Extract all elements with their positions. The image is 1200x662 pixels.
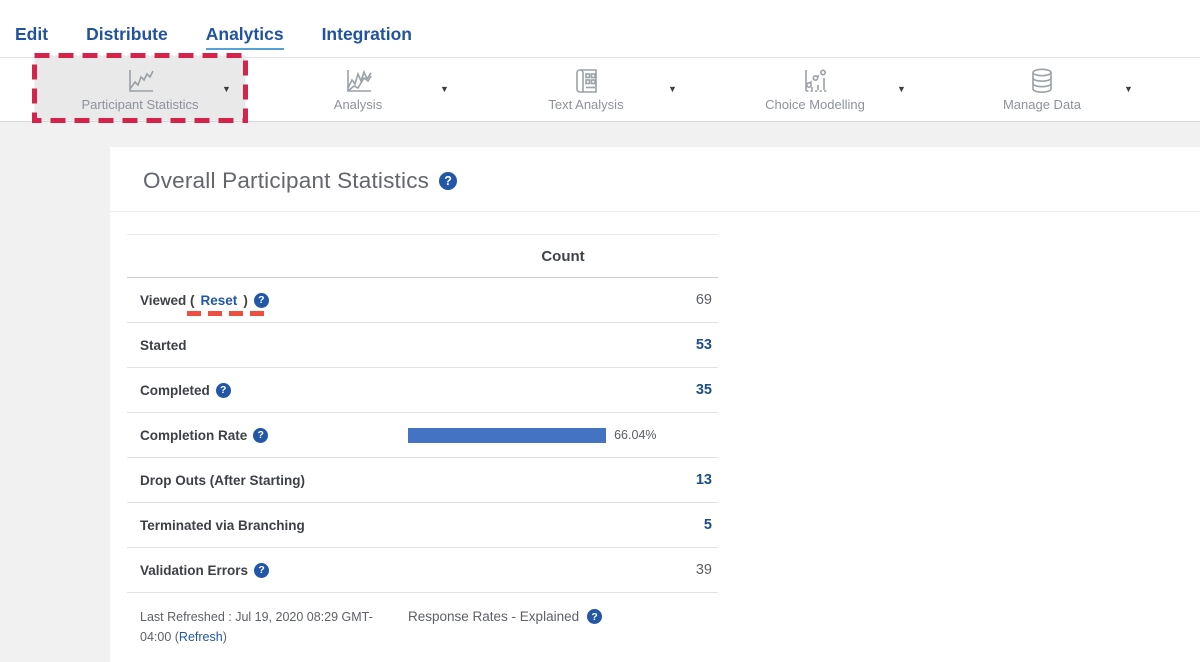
row-label: Drop Outs (After Starting) [127,473,408,488]
help-icon[interactable]: ? [254,293,269,308]
scatter-chart-icon [799,68,831,94]
help-icon[interactable]: ? [253,428,268,443]
toolbar-item-analysis[interactable]: Analysis ▼ [248,58,468,121]
completion-rate-percent: 66.04% [614,428,656,442]
toolbar-item-label: Manage Data [1003,97,1081,112]
table-row-drop-outs: Drop Outs (After Starting) 13 [127,458,718,503]
refresh-link[interactable]: Refresh [179,630,223,644]
toolbar-item-participant-statistics[interactable]: Participant Statistics ▼ [30,58,250,121]
newspaper-icon [570,68,602,94]
line-chart-icon [124,68,156,94]
chevron-down-icon[interactable]: ▼ [222,84,231,94]
started-label: Started [140,338,187,353]
nav-tab-distribute[interactable]: Distribute [86,24,168,50]
viewed-label: Viewed ( [140,293,195,308]
page-title-row: Overall Participant Statistics ? [110,147,1200,194]
toolbar-item-label: Choice Modelling [765,97,865,112]
response-rates-label: Response Rates - Explained [408,609,579,624]
primary-nav: Edit Distribute Analytics Integration [0,0,1200,57]
table-row-completed: Completed ? 35 [127,368,718,413]
page-title: Overall Participant Statistics [143,168,429,194]
help-icon[interactable]: ? [439,172,457,190]
validation-errors-count: 39 [408,562,718,578]
row-label: Validation Errors ? [127,563,408,578]
table-row-validation-errors: Validation Errors ? 39 [127,548,718,593]
terminated-label: Terminated via Branching [140,518,305,533]
last-refreshed: Last Refreshed : Jul 19, 2020 08:29 GMT-… [127,607,408,647]
drop-outs-label: Drop Outs (After Starting) [140,473,305,488]
reset-link[interactable]: Reset [201,293,238,308]
nav-tab-edit[interactable]: Edit [15,24,48,50]
toolbar-item-text-analysis[interactable]: Text Analysis ▼ [476,58,696,121]
row-label: Terminated via Branching [127,518,408,533]
help-icon[interactable]: ? [216,383,231,398]
row-label: Viewed ( Reset ) ? [127,293,408,308]
row-label: Completion Rate ? [127,428,408,443]
chevron-down-icon[interactable]: ▼ [440,84,449,94]
database-icon [1026,68,1058,94]
participant-statistics-table: Count Viewed ( Reset ) ? 69 Started 53 C… [127,234,718,593]
started-count: 53 [408,337,718,353]
help-icon[interactable]: ? [254,563,269,578]
table-row-started: Started 53 [127,323,718,368]
toolbar-item-choice-modelling[interactable]: Choice Modelling ▼ [705,58,925,121]
drop-outs-count: 13 [408,472,718,488]
completion-rate-bar: 66.04% [408,428,708,443]
table-header-row: Count [127,234,718,278]
toolbar-item-label: Text Analysis [548,97,623,112]
completed-label: Completed [140,383,210,398]
completed-count: 35 [408,382,718,398]
table-row-terminated: Terminated via Branching 5 [127,503,718,548]
chevron-down-icon[interactable]: ▼ [897,84,906,94]
toolbar-item-label: Participant Statistics [81,97,198,112]
response-rates-explained: Response Rates - Explained ? [408,607,602,647]
top-header: Edit Distribute Analytics Integration Pa… [0,0,1200,122]
count-column-header: Count [408,248,718,265]
nav-tab-integration[interactable]: Integration [322,24,412,50]
completion-rate-label: Completion Rate [140,428,247,443]
row-label: Completed ? [127,383,408,398]
row-label: Started [127,338,408,353]
nav-tab-analytics[interactable]: Analytics [206,24,284,50]
table-row-viewed: Viewed ( Reset ) ? 69 [127,278,718,323]
analytics-toolbar: Participant Statistics ▼ Analysis ▼ Text… [0,57,1200,122]
last-refreshed-suffix: ) [223,630,227,644]
title-divider [110,211,1200,212]
last-refreshed-text: Last Refreshed : Jul 19, 2020 08:29 GMT-… [140,610,373,644]
viewed-label-suffix: ) [243,293,248,308]
chevron-down-icon[interactable]: ▼ [1124,84,1133,94]
validation-errors-label: Validation Errors [140,563,248,578]
chevron-down-icon[interactable]: ▼ [668,84,677,94]
completion-rate-bar-fill [408,428,606,443]
content-card: Overall Participant Statistics ? Count V… [110,147,1200,662]
table-footer: Last Refreshed : Jul 19, 2020 08:29 GMT-… [127,607,718,647]
help-icon[interactable]: ? [587,609,602,624]
viewed-count: 69 [408,292,718,308]
terminated-count: 5 [408,517,718,533]
annotation-underline [187,311,265,316]
toolbar-item-manage-data[interactable]: Manage Data ▼ [932,58,1152,121]
table-row-completion-rate: Completion Rate ? 66.04% [127,413,718,458]
toolbar-item-label: Analysis [334,97,382,112]
zigzag-chart-icon [342,68,374,94]
